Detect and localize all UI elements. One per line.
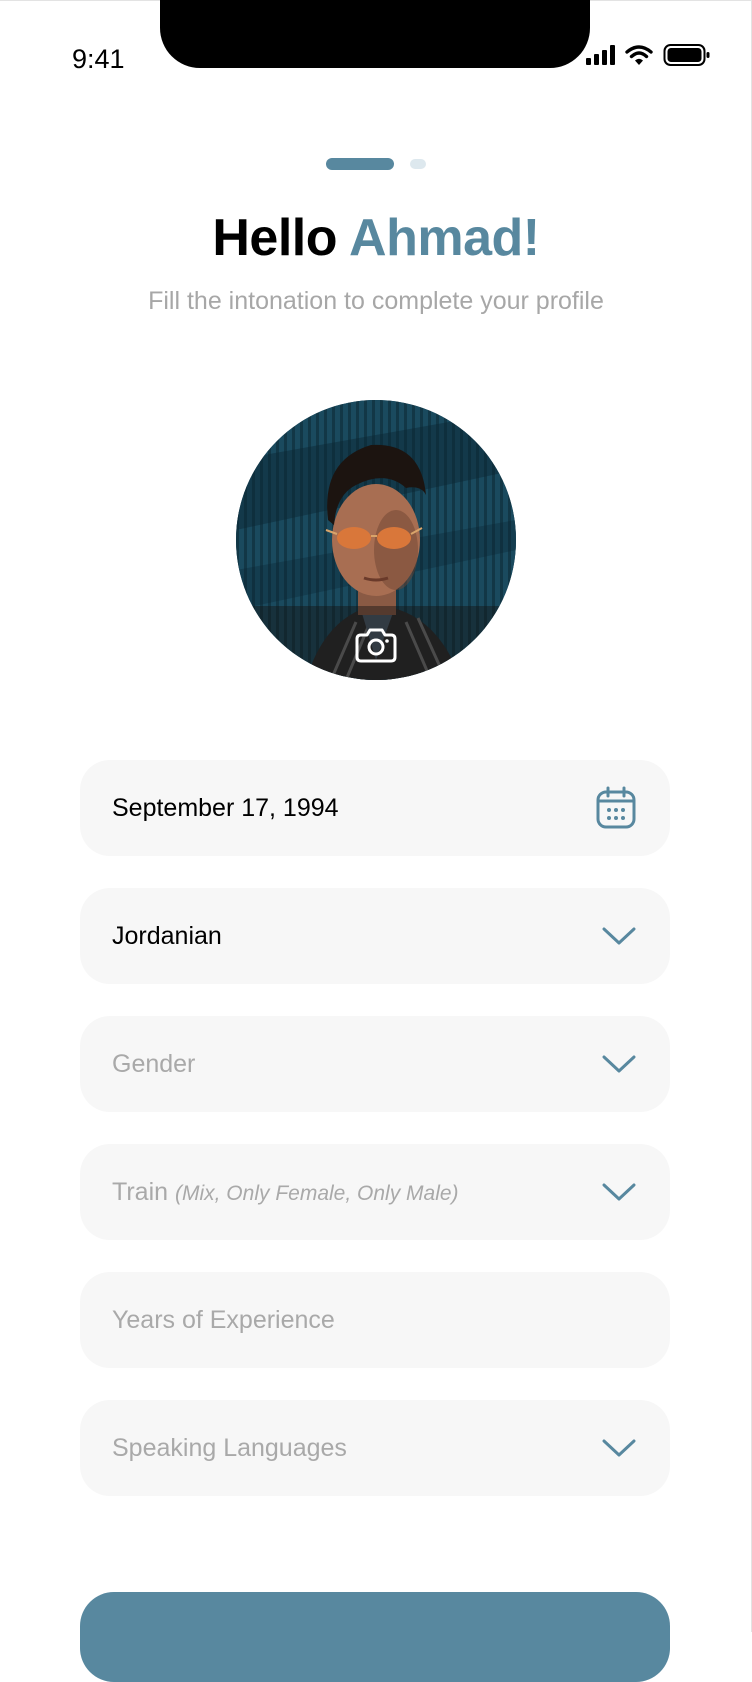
profile-photo[interactable] [236, 400, 516, 680]
user-name: Ahmad! [349, 209, 540, 267]
camera-icon[interactable] [353, 624, 399, 664]
chevron-down-icon [602, 1055, 636, 1073]
page-subtitle: Fill the intonation to complete your pro… [148, 287, 604, 315]
experience-placeholder: Years of Experience [112, 1305, 335, 1334]
chevron-down-icon [602, 1183, 636, 1201]
gender-select[interactable]: Gender [80, 1016, 670, 1112]
birth-date-field[interactable]: September 17, 1994 [80, 760, 670, 856]
page-title: Hello Ahmad! [0, 208, 752, 268]
status-time: 9:41 [72, 44, 125, 74]
languages-select[interactable]: Speaking Languages [80, 1400, 670, 1496]
calendar-icon[interactable] [596, 786, 636, 830]
page-indicator-active-dot [326, 158, 394, 170]
continue-button[interactable] [80, 1592, 670, 1682]
birth-date-value: September 17, 1994 [112, 793, 339, 822]
languages-placeholder: Speaking Languages [112, 1433, 347, 1462]
chevron-down-icon [602, 927, 636, 945]
page-indicator-dot [410, 159, 426, 169]
train-label: Train [112, 1177, 169, 1206]
cellular-signal-icon [586, 45, 615, 65]
experience-input[interactable]: Years of Experience [80, 1272, 670, 1368]
greeting-text: Hello [212, 209, 338, 267]
train-hint: (Mix, Only Female, Only Male) [174, 1181, 459, 1205]
battery-icon [663, 43, 711, 67]
device-notch [160, 0, 590, 68]
nationality-value: Jordanian [112, 921, 222, 950]
nationality-select[interactable]: Jordanian [80, 888, 670, 984]
status-icons [586, 40, 711, 70]
chevron-down-icon [602, 1439, 636, 1457]
gender-placeholder: Gender [112, 1049, 196, 1078]
train-select[interactable]: Train (Mix, Only Female, Only Male) [80, 1144, 670, 1240]
train-placeholder: Train (Mix, Only Female, Only Male) [112, 1178, 459, 1207]
page-indicator [0, 158, 752, 170]
wifi-icon [625, 44, 653, 66]
